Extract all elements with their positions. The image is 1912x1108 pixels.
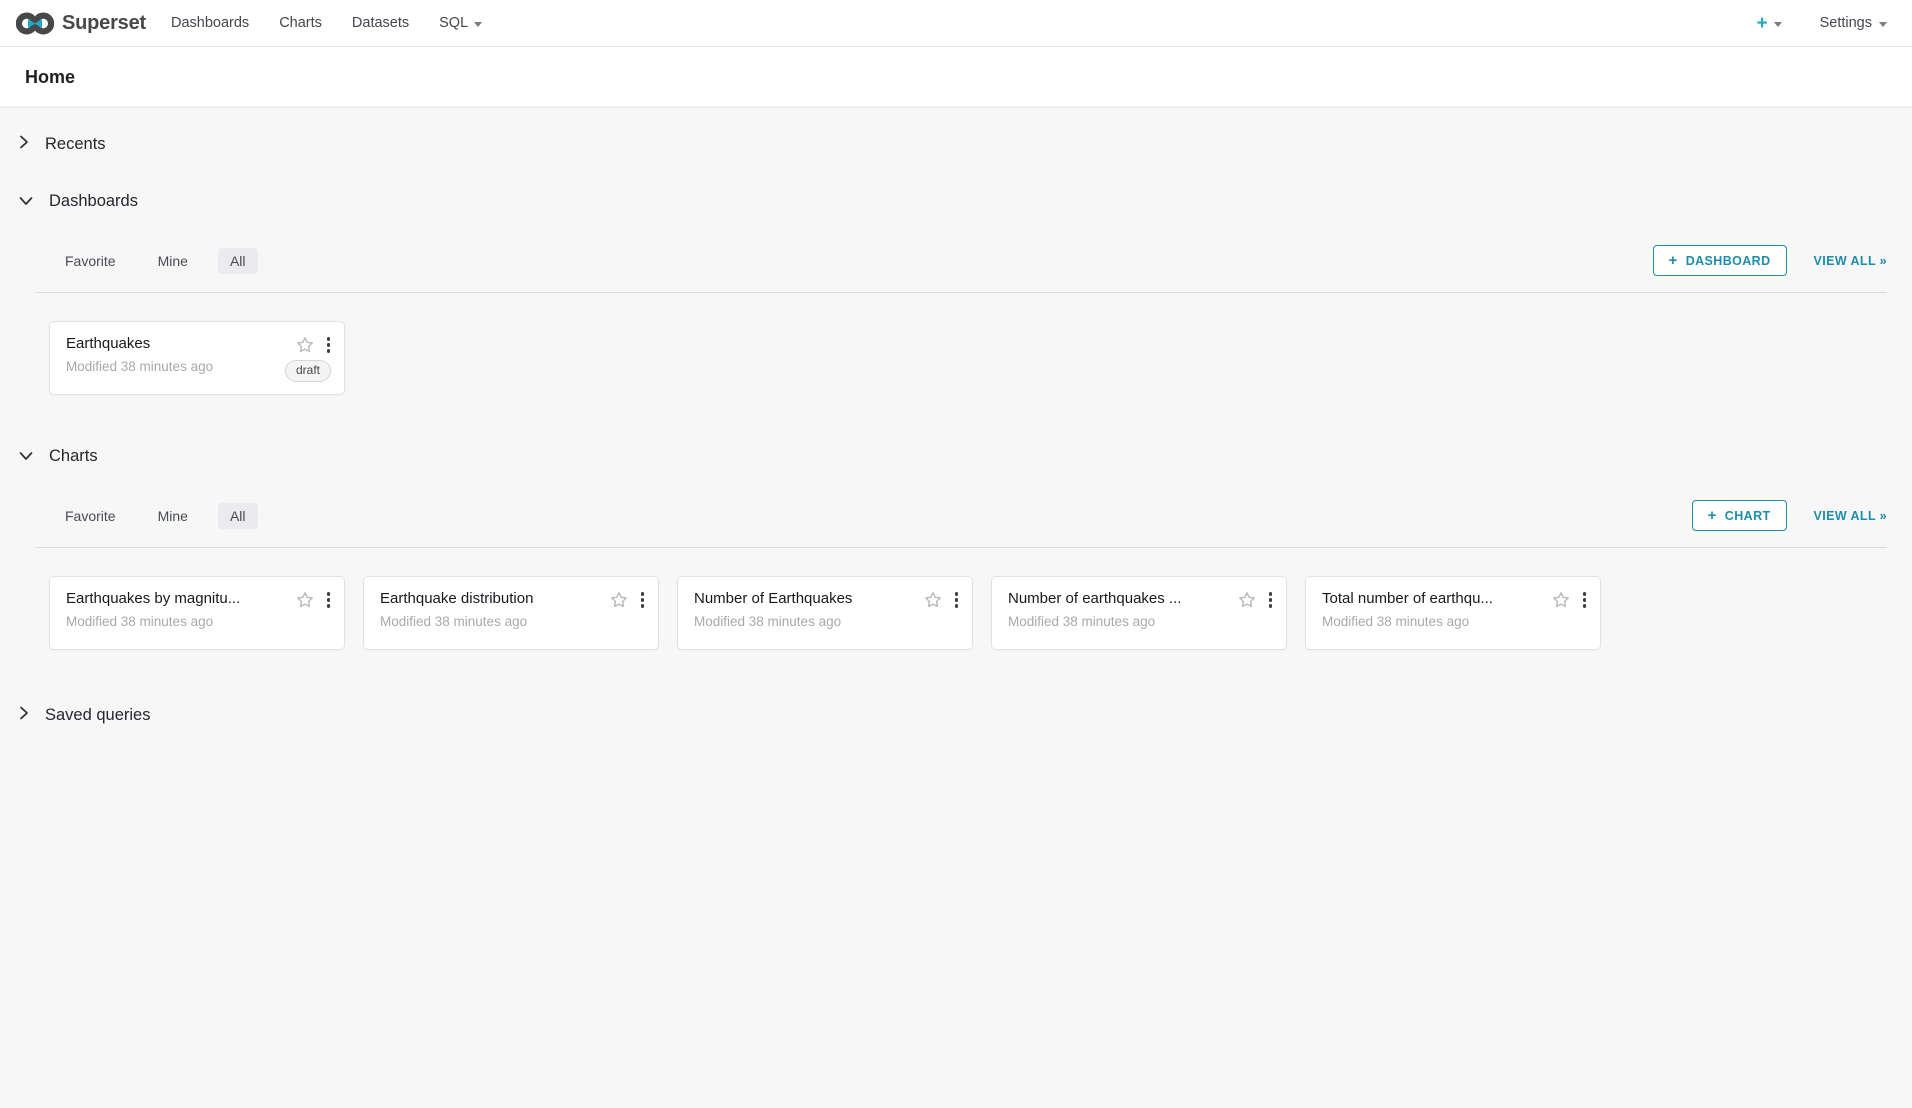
card-side — [1552, 590, 1588, 649]
settings-menu-button[interactable]: Settings — [1820, 15, 1887, 31]
card-modified-text: Modified 38 minutes ago — [380, 614, 600, 629]
chart-card[interactable]: Number of earthquakes ... Modified 38 mi… — [991, 576, 1287, 650]
card-icons — [610, 590, 646, 610]
dashboard-card-earthquakes[interactable]: Earthquakes Modified 38 minutes ago draf… — [49, 321, 345, 395]
card-modified-text: Modified 38 minutes ago — [1322, 614, 1542, 629]
card-modified-text: Modified 38 minutes ago — [694, 614, 914, 629]
card-main: Earthquakes Modified 38 minutes ago — [66, 335, 275, 394]
plus-icon: + — [1756, 14, 1767, 33]
chart-card[interactable]: Total number of earthqu... Modified 38 m… — [1305, 576, 1601, 650]
card-modified-text: Modified 38 minutes ago — [66, 614, 286, 629]
nav-item-datasets[interactable]: Datasets — [337, 0, 424, 46]
chart-card[interactable]: Earthquake distribution Modified 38 minu… — [363, 576, 659, 650]
card-title: Number of earthquakes ... — [1008, 590, 1228, 607]
charts-tabs: Favorite Mine All — [53, 503, 276, 529]
card-side — [610, 590, 646, 649]
card-title: Earthquake distribution — [380, 590, 600, 607]
navbar-right: + Settings — [1756, 14, 1887, 33]
favorite-star-icon[interactable] — [296, 336, 314, 353]
tab-favorite[interactable]: Favorite — [53, 248, 128, 274]
brand-name: Superset — [62, 12, 146, 35]
nav-links: Dashboards Charts Datasets SQL — [156, 0, 497, 46]
page-header: Home — [0, 47, 1912, 107]
chevron-down-icon — [1879, 22, 1887, 27]
card-modified-text: Modified 38 minutes ago — [66, 359, 275, 374]
page-title: Home — [25, 67, 75, 88]
card-title: Total number of earthqu... — [1322, 590, 1542, 607]
superset-logo[interactable]: Superset — [16, 11, 146, 36]
kebab-menu-icon[interactable] — [1582, 590, 1588, 610]
card-icons — [296, 335, 332, 355]
kebab-menu-icon[interactable] — [326, 335, 332, 355]
card-modified-text: Modified 38 minutes ago — [1008, 614, 1228, 629]
charts-card-row: Earthquakes by magnitu... Modified 38 mi… — [0, 548, 1912, 676]
chevron-down-icon — [474, 22, 482, 27]
new-item-menu-button[interactable]: + — [1756, 14, 1781, 33]
card-icons — [296, 590, 332, 610]
card-title: Earthquakes — [66, 335, 275, 352]
dashboards-view-all-link[interactable]: VIEW ALL » — [1814, 254, 1887, 268]
card-title: Earthquakes by magnitu... — [66, 590, 286, 607]
tab-mine[interactable]: Mine — [146, 248, 200, 274]
tab-all[interactable]: All — [218, 503, 258, 529]
nav-item-sql[interactable]: SQL — [424, 0, 497, 46]
dashboards-subnav: Favorite Mine All + DASHBOARD VIEW ALL » — [36, 229, 1887, 293]
section-header-saved-queries[interactable]: Saved queries — [0, 676, 1912, 737]
section-header-dashboards[interactable]: Dashboards — [0, 166, 1912, 223]
card-main: Total number of earthqu... Modified 38 m… — [1322, 590, 1542, 649]
tab-mine[interactable]: Mine — [146, 503, 200, 529]
favorite-star-icon[interactable] — [610, 591, 628, 608]
chevron-down-icon — [19, 193, 33, 211]
chevron-down-icon — [19, 448, 33, 466]
add-chart-button[interactable]: + CHART — [1692, 500, 1787, 531]
kebab-menu-icon[interactable] — [640, 590, 646, 610]
section-title: Charts — [49, 447, 98, 466]
chevron-right-icon — [19, 135, 29, 154]
plus-icon: + — [1708, 508, 1717, 523]
card-side: draft — [285, 335, 331, 394]
section-header-recents[interactable]: Recents — [0, 107, 1912, 166]
charts-actions: + CHART VIEW ALL » — [1692, 500, 1887, 531]
card-main: Earthquakes by magnitu... Modified 38 mi… — [66, 590, 286, 649]
section-title: Saved queries — [45, 706, 151, 725]
charts-view-all-link[interactable]: VIEW ALL » — [1814, 509, 1887, 523]
dashboards-tabs: Favorite Mine All — [53, 248, 276, 274]
nav-item-charts[interactable]: Charts — [264, 0, 337, 46]
kebab-menu-icon[interactable] — [1268, 590, 1274, 610]
card-main: Earthquake distribution Modified 38 minu… — [380, 590, 600, 649]
card-side — [296, 590, 332, 649]
chart-card[interactable]: Earthquakes by magnitu... Modified 38 mi… — [49, 576, 345, 650]
tab-favorite[interactable]: Favorite — [53, 503, 128, 529]
top-navbar: Superset Dashboards Charts Datasets SQL … — [0, 0, 1912, 47]
favorite-star-icon[interactable] — [924, 591, 942, 608]
favorite-star-icon[interactable] — [1552, 591, 1570, 608]
card-side — [924, 590, 960, 649]
section-title: Dashboards — [49, 192, 138, 211]
dashboards-card-row: Earthquakes Modified 38 minutes ago draf… — [0, 293, 1912, 421]
nav-item-dashboards[interactable]: Dashboards — [156, 0, 264, 46]
card-icons — [1238, 590, 1274, 610]
superset-infinity-icon — [16, 11, 54, 36]
card-icons — [924, 590, 960, 610]
plus-icon: + — [1669, 253, 1678, 268]
favorite-star-icon[interactable] — [296, 591, 314, 608]
section-title: Recents — [45, 135, 106, 154]
dashboards-actions: + DASHBOARD VIEW ALL » — [1653, 245, 1887, 276]
section-header-charts[interactable]: Charts — [0, 421, 1912, 478]
chevron-right-icon — [19, 706, 29, 725]
draft-status-badge: draft — [285, 360, 331, 382]
card-side — [1238, 590, 1274, 649]
card-main: Number of earthquakes ... Modified 38 mi… — [1008, 590, 1228, 649]
card-icons — [1552, 590, 1588, 610]
kebab-menu-icon[interactable] — [954, 590, 960, 610]
add-dashboard-button[interactable]: + DASHBOARD — [1653, 245, 1787, 276]
chevron-down-icon — [1774, 22, 1782, 27]
card-title: Number of Earthquakes — [694, 590, 914, 607]
charts-subnav: Favorite Mine All + CHART VIEW ALL » — [36, 484, 1887, 548]
favorite-star-icon[interactable] — [1238, 591, 1256, 608]
kebab-menu-icon[interactable] — [326, 590, 332, 610]
chart-card[interactable]: Number of Earthquakes Modified 38 minute… — [677, 576, 973, 650]
tab-all[interactable]: All — [218, 248, 258, 274]
card-main: Number of Earthquakes Modified 38 minute… — [694, 590, 914, 649]
